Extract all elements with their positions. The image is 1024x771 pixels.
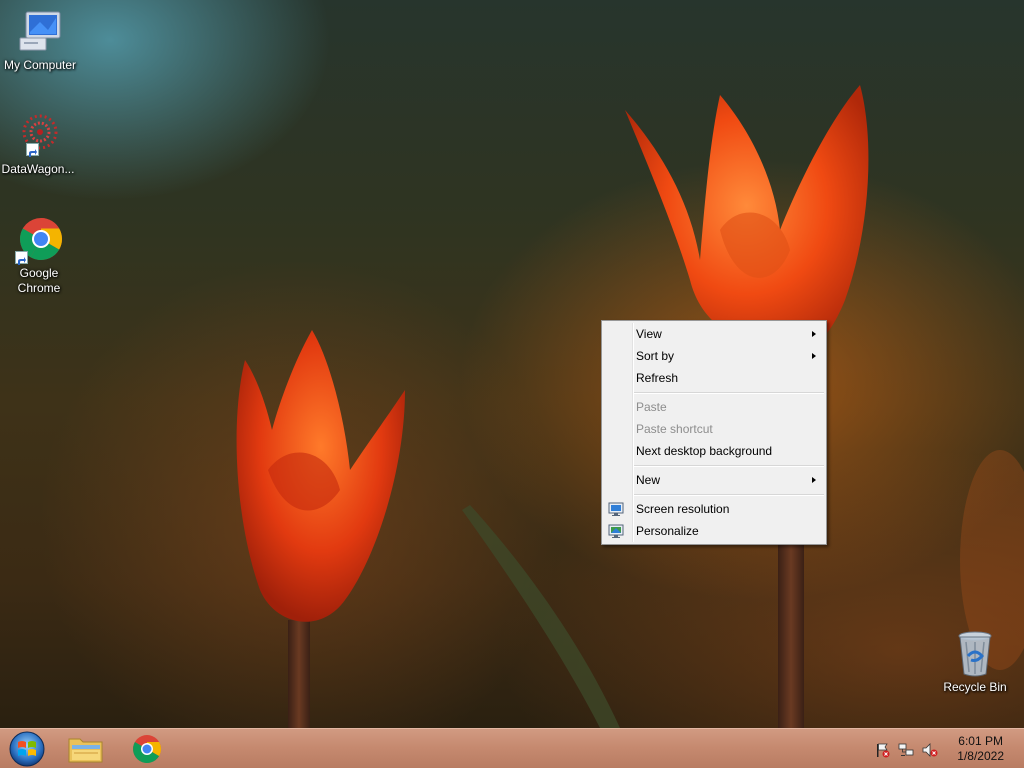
menu-item-label: Screen resolution xyxy=(636,502,730,516)
menu-item-label: New xyxy=(636,473,661,487)
shortcut-arrow-icon xyxy=(15,251,28,265)
menu-separator xyxy=(634,392,824,394)
menu-item-label: Next desktop background xyxy=(636,444,773,458)
menu-item-label: Personalize xyxy=(636,524,699,538)
wallpaper-image xyxy=(236,85,1024,728)
windows-start-icon xyxy=(9,731,45,767)
action-center-flag-icon[interactable] xyxy=(874,742,890,758)
chrome-icon xyxy=(133,735,161,763)
menu-item-label: Refresh xyxy=(636,371,679,385)
desktop-context-menu: View Sort by Refresh Paste Paste shortcu… xyxy=(601,320,827,545)
desktop-icon-my-computer[interactable]: My Computer xyxy=(0,8,80,73)
menu-item-personalize[interactable]: Personalize xyxy=(604,520,824,542)
computer-icon xyxy=(16,8,64,56)
taskbar: 6:01 PM 1/8/2022 xyxy=(0,728,1024,768)
menu-item-paste-shortcut[interactable]: Paste shortcut xyxy=(604,418,824,440)
desktop[interactable]: My Computer DataWagon... Google Chrome R… xyxy=(0,0,1024,728)
recycle-bin-icon xyxy=(951,630,999,678)
start-button[interactable] xyxy=(6,731,50,767)
clock-date: 1/8/2022 xyxy=(957,749,1004,763)
datawagon-icon xyxy=(14,112,62,160)
menu-item-screen-resolution[interactable]: Screen resolution xyxy=(604,498,824,520)
taskbar-chrome-button[interactable] xyxy=(126,731,170,767)
submenu-arrow-icon xyxy=(812,477,816,483)
menu-item-sort-by[interactable]: Sort by xyxy=(604,345,824,367)
menu-item-label: View xyxy=(636,327,662,341)
submenu-arrow-icon xyxy=(812,353,816,359)
taskbar-file-explorer-button[interactable] xyxy=(64,731,108,767)
display-icon xyxy=(608,501,624,517)
desktop-icon-label: Google Chrome xyxy=(17,266,61,295)
menu-item-label: Sort by xyxy=(636,349,675,363)
menu-item-paste[interactable]: Paste xyxy=(604,396,824,418)
menu-item-view[interactable]: View xyxy=(604,323,824,345)
desktop-icon-label: DataWagon... xyxy=(1,162,75,176)
desktop-icon-google-chrome[interactable]: Google Chrome xyxy=(0,216,79,296)
desktop-icon-recycle-bin[interactable]: Recycle Bin xyxy=(935,630,1015,695)
menu-item-refresh[interactable]: Refresh xyxy=(604,367,824,389)
menu-separator xyxy=(634,494,824,496)
file-explorer-icon xyxy=(68,738,103,763)
desktop-icon-label: My Computer xyxy=(3,58,77,72)
chrome-icon xyxy=(15,216,63,265)
desktop-icon-datawagon[interactable]: DataWagon... xyxy=(0,112,78,177)
menu-item-next-desktop-background[interactable]: Next desktop background xyxy=(604,440,824,462)
menu-item-label: Paste shortcut xyxy=(636,422,713,436)
shortcut-arrow-icon xyxy=(26,143,39,157)
personalize-icon xyxy=(608,523,624,539)
tray-clock[interactable]: 6:01 PM 1/8/2022 xyxy=(957,734,1004,764)
submenu-arrow-icon xyxy=(812,331,816,337)
menu-item-new[interactable]: New xyxy=(604,469,824,491)
network-icon[interactable] xyxy=(898,742,914,758)
menu-item-label: Paste xyxy=(636,400,667,414)
clock-time: 6:01 PM xyxy=(958,734,1003,748)
volume-muted-icon[interactable] xyxy=(922,742,938,758)
menu-separator xyxy=(634,465,824,467)
desktop-icon-label: Recycle Bin xyxy=(943,680,1007,694)
